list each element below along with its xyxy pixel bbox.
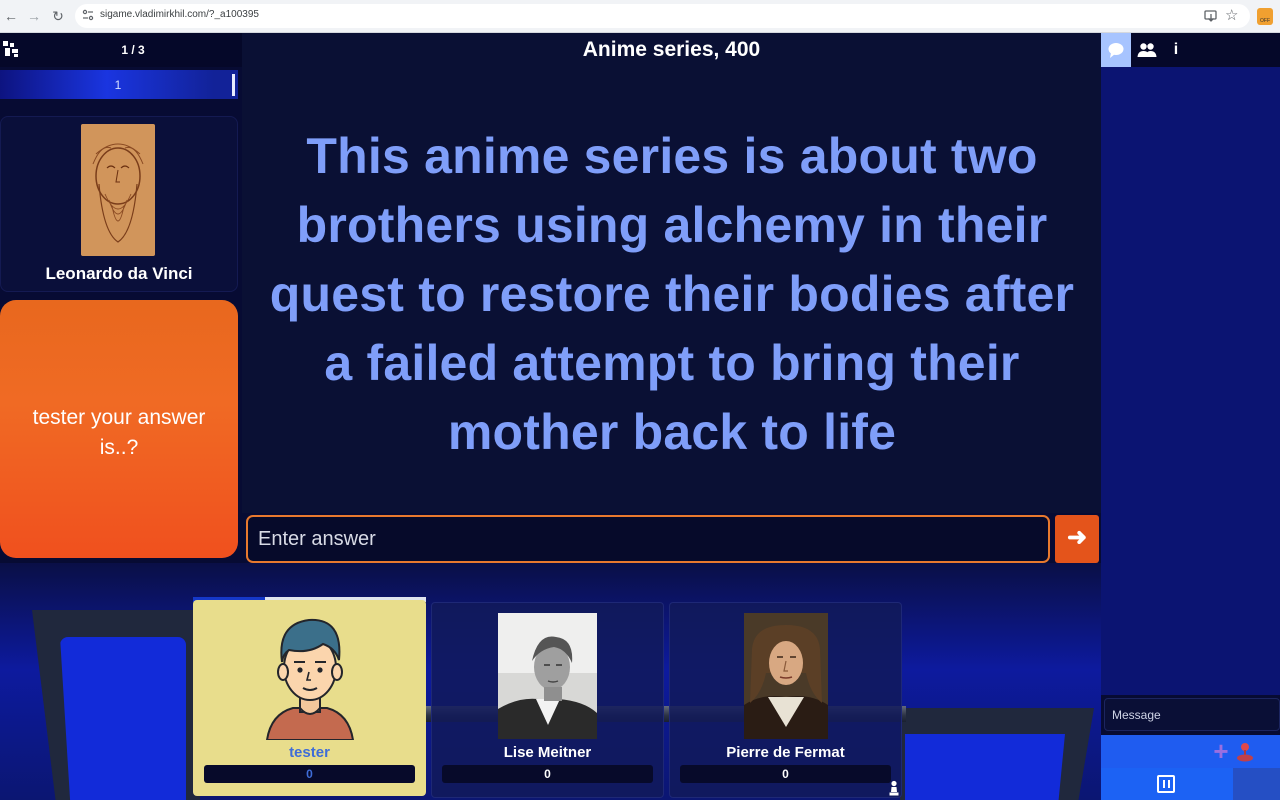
extension-icon[interactable]: OFF (1257, 8, 1273, 25)
player-name: Pierre de Fermat (726, 744, 845, 761)
extension-badge: OFF (1260, 18, 1270, 24)
bookmark-star-icon[interactable]: ☆ (1225, 6, 1239, 24)
player-score: 0 (442, 765, 653, 783)
pawn-icon[interactable] (888, 780, 900, 796)
info-icon[interactable]: i (1166, 40, 1186, 60)
send-answer-button[interactable]: ➜ (1055, 515, 1099, 563)
plus-icon[interactable]: + (1211, 738, 1231, 764)
player-portrait (744, 613, 828, 739)
stage-right-screen (905, 734, 1065, 800)
site-settings-icon[interactable] (82, 9, 94, 21)
pause-icon[interactable] (1157, 775, 1175, 793)
people-icon[interactable] (1137, 42, 1157, 58)
player-portrait (498, 613, 597, 739)
chat-message-input[interactable] (1104, 698, 1280, 731)
answer-prompt-text: tester your answer is..? (32, 406, 206, 459)
chat-panel (1101, 67, 1280, 695)
player-avatar (263, 610, 357, 740)
controls-extra-tab[interactable] (1233, 768, 1280, 800)
question-text: This anime series is about two brothers … (269, 128, 1075, 460)
player-score: 0 (680, 765, 891, 783)
player-name: Lise Meitner (503, 744, 592, 761)
theme-title: Anime series, 400 (582, 38, 761, 61)
reload-icon[interactable]: ↻ (49, 7, 67, 25)
host-portrait (81, 124, 155, 256)
answer-input[interactable] (246, 515, 1050, 563)
player-score: 0 (204, 765, 415, 783)
stage-left-screen (60, 637, 186, 800)
sigame-logo-icon[interactable] (2, 40, 20, 58)
round-progress-value: 1 (114, 78, 122, 92)
install-app-icon[interactable] (1204, 9, 1218, 23)
arrow-right-icon: ➜ (1066, 524, 1088, 551)
player-name: tester (289, 744, 330, 761)
host-name: Leonardo da Vinci (45, 264, 193, 283)
joystick-icon[interactable] (1236, 742, 1254, 762)
back-icon[interactable]: ← (2, 7, 20, 25)
round-counter: 1 / 3 (121, 43, 145, 57)
round-progress-marker (232, 74, 235, 96)
url-text[interactable]: sigame.vladimirkhil.com/?_a100395 (100, 9, 259, 20)
chat-bubble-icon[interactable] (1107, 41, 1125, 59)
forward-icon[interactable]: → (25, 7, 43, 25)
